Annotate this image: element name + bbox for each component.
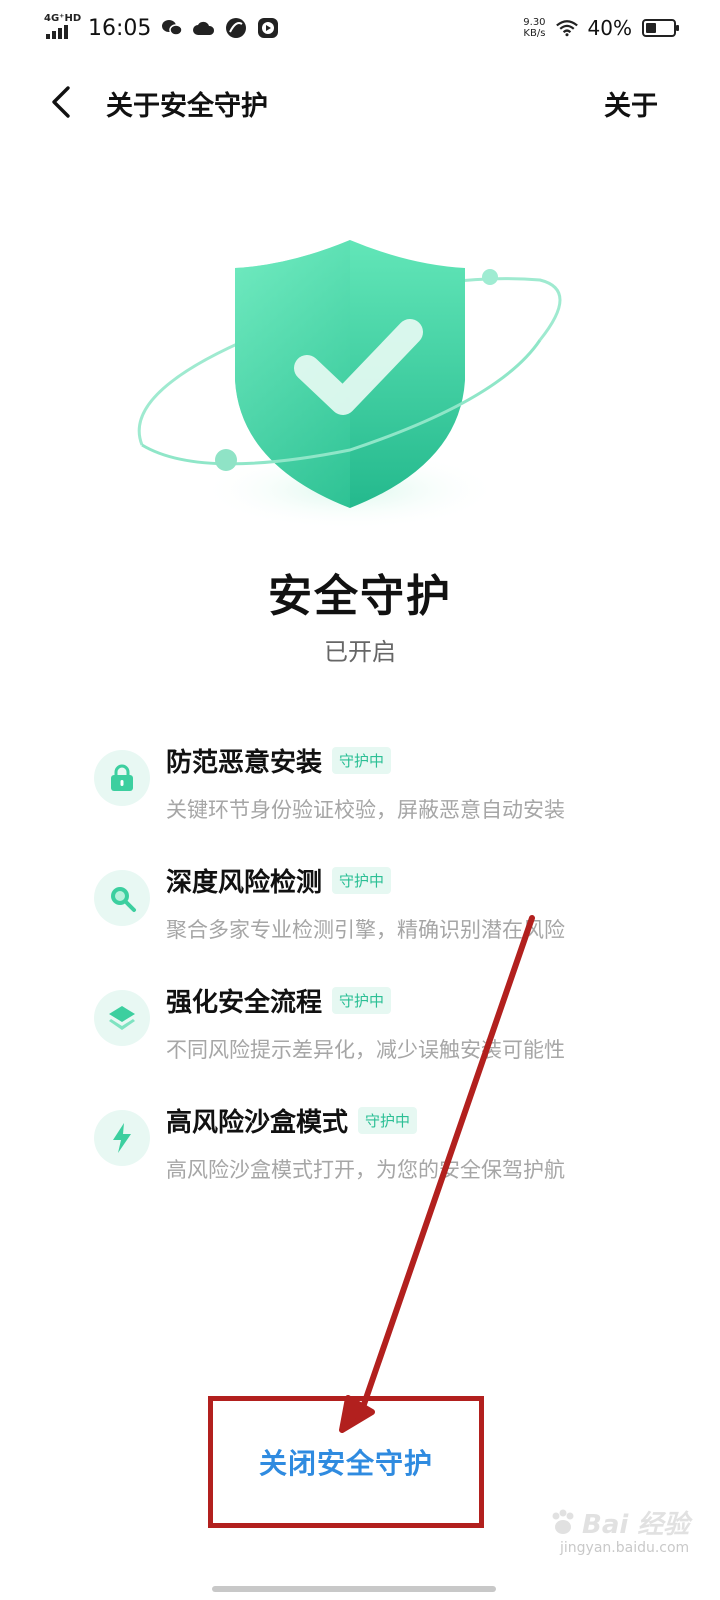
page-title: 关于安全守护 [106,91,268,122]
battery-icon [642,19,679,37]
baidu-watermark: Bai 经验 [548,1504,689,1541]
feature-title: 防范恶意安装 [166,748,323,778]
feature-description: 不同风险提示差异化，减少误触安装可能性 [166,1038,565,1062]
status-badge: 守护中 [332,987,392,1014]
shield-check-icon [137,240,562,530]
about-link[interactable]: 关于 [604,84,658,123]
close-protection-label: 关闭安全守护 [258,1447,433,1480]
status-badge: 守护中 [332,747,392,774]
network-type: 4G⁺HD [44,13,82,24]
chevron-left-icon [52,86,70,118]
paw-icon [552,1509,574,1534]
feature-title-row: 高风险沙盒模式 守护中 [166,1102,418,1139]
home-indicator[interactable] [212,1586,496,1592]
status-badge: 守护中 [332,867,392,894]
protection-status: 已开启 [324,638,396,666]
speed-unit: KB/s [523,28,546,39]
lightning-icon [94,1110,150,1166]
layers-icon [94,990,150,1046]
close-protection-button[interactable]: 关闭安全守护 [208,1396,484,1528]
feature-description: 聚合多家专业检测引擎，精确识别潜在风险 [166,918,565,942]
feature-item-deep-scan: 深度风险检测 守护中 聚合多家专业检测引擎，精确识别潜在风险 [94,862,654,962]
wifi-icon [555,17,578,39]
status-time: 16:05 [88,15,152,41]
status-badge: 守护中 [358,1107,418,1134]
app-orbit-icon [225,17,247,39]
cloud-icon [193,17,215,39]
network-speed: 9.30 KB/s [523,17,545,39]
watermark-url: jingyan.baidu.com [560,1540,690,1556]
feature-title: 深度风险检测 [166,868,323,898]
hero-title: 安全守护 [268,571,452,622]
shield-illustration [120,220,580,540]
feature-item-sandbox-mode: 高风险沙盒模式 守护中 高风险沙盒模式打开，为您的安全保驾护航 [94,1102,654,1202]
status-left: 4G⁺HD 16:05 [44,12,279,44]
feature-item-malicious-install: 防范恶意安装 守护中 关键环节身份验证校验，屏蔽恶意自动安装 [94,742,654,842]
watermark-text: Bai 经验 [582,1510,690,1540]
battery-percent: 40% [587,16,632,40]
status-bar: 4G⁺HD 16:05 9.30 KB/s 40% [0,0,720,56]
wechat-icon [161,17,184,39]
speed-value: 9.30 [523,17,546,28]
feature-title: 高风险沙盒模式 [166,1108,349,1138]
feature-description: 高风险沙盒模式打开，为您的安全保驾护航 [166,1158,565,1182]
top-app-bar: 关于安全守护 关于 [0,72,720,132]
battery-fill [646,23,656,33]
feature-title-row: 强化安全流程 守护中 [166,982,392,1019]
feature-title: 强化安全流程 [166,988,323,1018]
signal-icon: 4G⁺HD [44,13,81,41]
status-right: 9.30 KB/s 40% [523,12,679,44]
feature-description: 关键环节身份验证校验，屏蔽恶意自动安装 [166,798,565,822]
play-icon [257,17,279,39]
feature-title-row: 防范恶意安装 守护中 [166,742,392,779]
feature-title-row: 深度风险检测 守护中 [166,862,392,899]
feature-item-secure-flow: 强化安全流程 守护中 不同风险提示差异化，减少误触安装可能性 [94,982,654,1082]
search-icon [94,870,150,926]
back-button[interactable] [38,80,82,124]
lock-icon [94,750,150,806]
